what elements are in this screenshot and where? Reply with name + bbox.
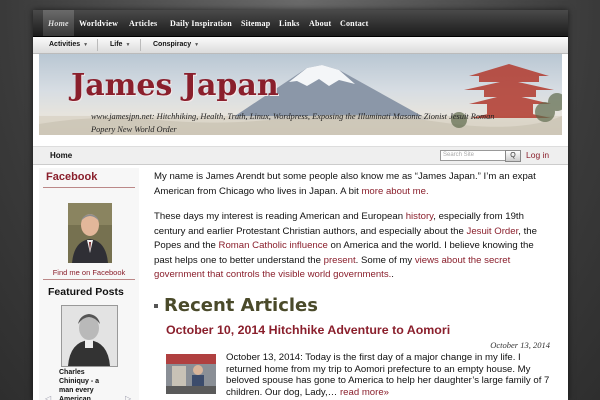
breadcrumb-home[interactable]: Home (50, 147, 72, 164)
intro-text: My name is James Arendt but some people … (154, 171, 536, 197)
jesuit-order-link[interactable]: Jesuit Order (467, 226, 519, 237)
previous-arrow-icon[interactable]: ◁ (45, 394, 51, 400)
breadcrumb: Home Search Site Q Log in (33, 146, 568, 165)
post-excerpt: October 13, 2014: Today is the first day… (226, 352, 554, 398)
chevron-down-icon: ▼ (194, 42, 200, 48)
subnav-activities[interactable]: Activities ▼ (49, 37, 88, 53)
post-thumbnail[interactable] (166, 354, 216, 394)
post-date: October 13, 2014 (490, 340, 550, 350)
nav-worldview[interactable]: Worldview (79, 10, 118, 36)
subnav-life-label: Life (110, 41, 123, 48)
profile-photo[interactable] (68, 203, 112, 263)
featured-posts-title: Featured Posts (48, 286, 124, 298)
intro-text: . Some of my (355, 254, 415, 266)
divider (97, 39, 98, 51)
search-button[interactable]: Q (505, 150, 521, 162)
recent-articles-label: Recent Articles (164, 295, 318, 316)
intro-paragraph-2: These days my interest is reading Americ… (154, 210, 554, 283)
chevron-down-icon: ▼ (125, 42, 131, 48)
nav-articles[interactable]: Articles (129, 10, 157, 36)
nav-links[interactable]: Links (279, 10, 300, 36)
about-me-link[interactable]: more about me. (361, 186, 428, 197)
subnav-life[interactable]: Life ▼ (110, 37, 130, 53)
divider (43, 187, 135, 188)
login-link[interactable]: Log in (526, 147, 549, 164)
nav-home[interactable]: Home (43, 10, 74, 36)
site-wrapper: Home Worldview Articles Daily Inspiratio… (33, 10, 568, 400)
chevron-down-icon: ▼ (83, 42, 89, 48)
site-title[interactable]: James Japan (71, 68, 279, 103)
nav-contact[interactable]: Contact (340, 10, 369, 36)
main-nav: Home Worldview Articles Daily Inspiratio… (33, 10, 568, 37)
nav-about[interactable]: About (309, 10, 331, 36)
facebook-widget-title: Facebook (46, 171, 98, 183)
search-icon: Q (510, 152, 516, 159)
bullet-icon (154, 304, 158, 308)
present-link[interactable]: present (324, 255, 356, 266)
featured-post-image[interactable] (61, 305, 118, 367)
intro-paragraph-1: My name is James Arendt but some people … (154, 170, 554, 199)
sidebar: Facebook Find me on Facebook Featured Po… (39, 168, 139, 400)
category-nav: Activities ▼ Life ▼ Conspiracy ▼ (33, 37, 568, 54)
subnav-conspiracy-label: Conspiracy (153, 41, 192, 48)
divider (140, 39, 141, 51)
site-tagline: www.jamesjpn.net: Hitchhiking, Health, T… (91, 112, 495, 134)
main-content: My name is James Arendt but some people … (154, 168, 559, 400)
facebook-link[interactable]: Find me on Facebook (39, 268, 139, 277)
post-title-link[interactable]: October 10, 2014 Hitchhike Adventure to … (166, 323, 450, 337)
search-input[interactable]: Search Site (440, 150, 506, 161)
next-arrow-icon[interactable]: ▷ (125, 394, 131, 400)
recent-articles-heading: Recent Articles (154, 295, 318, 316)
history-link[interactable]: history (406, 211, 434, 222)
nav-sitemap[interactable]: Sitemap (241, 10, 270, 36)
read-more-link[interactable]: read more» (340, 387, 389, 398)
roman-catholic-influence-link[interactable]: Roman Catholic influence (219, 240, 328, 251)
site-header: James Japan www.jamesjpn.net: Hitchhikin… (39, 54, 562, 135)
subnav-conspiracy[interactable]: Conspiracy ▼ (153, 37, 199, 53)
featured-post-caption[interactable]: Charles Chiniquy - a man every American … (59, 368, 114, 400)
intro-text: These days my interest is reading Americ… (154, 211, 406, 222)
subnav-activities-label: Activities (49, 41, 81, 48)
divider (43, 279, 135, 280)
nav-daily-inspiration[interactable]: Daily Inspiration (170, 10, 232, 36)
intro-text: . (391, 269, 394, 280)
